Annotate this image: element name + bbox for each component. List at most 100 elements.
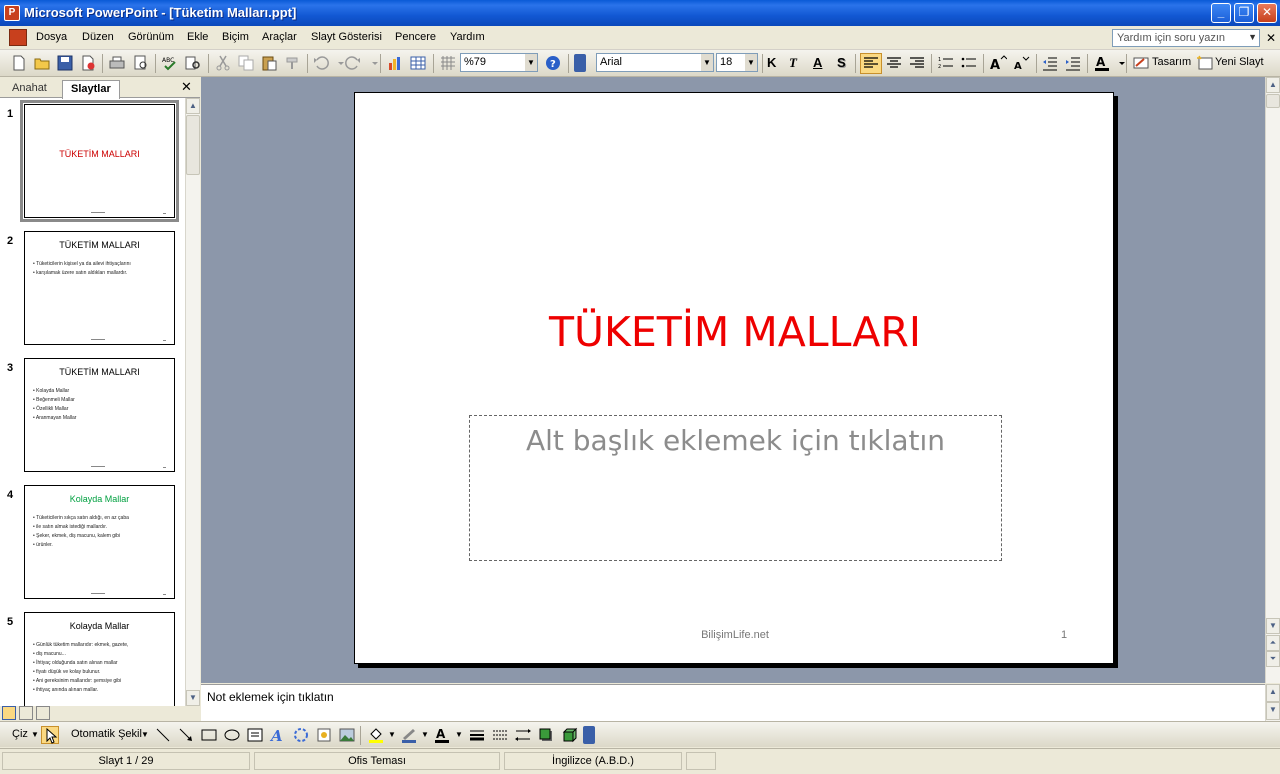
open-folder-icon[interactable] xyxy=(33,54,51,72)
new-slide-button[interactable]: Yeni Slayt xyxy=(1215,56,1264,68)
3d-style-icon[interactable] xyxy=(560,726,578,744)
chevron-down-icon[interactable]: ▼ xyxy=(421,730,429,739)
scroll-up-icon[interactable]: ▲ xyxy=(1266,77,1280,93)
design-icon[interactable] xyxy=(1132,54,1150,72)
draw-font-color-icon[interactable]: A xyxy=(433,726,451,744)
cut-icon[interactable] xyxy=(214,54,232,72)
show-grid-icon[interactable] xyxy=(439,54,457,72)
redo-dropdown-icon[interactable] xyxy=(366,54,378,72)
document-icon[interactable] xyxy=(9,29,27,46)
menu-ekle[interactable]: Ekle xyxy=(187,31,208,43)
spelling-icon[interactable]: ABC xyxy=(161,54,179,72)
insert-chart-icon[interactable] xyxy=(386,54,404,72)
menu-bicim[interactable]: Biçim xyxy=(222,31,249,43)
scroll-down-icon[interactable]: ▼ xyxy=(1266,702,1280,720)
fill-color-icon[interactable] xyxy=(367,726,385,744)
increase-indent-icon[interactable] xyxy=(1064,54,1082,72)
scroll-up-icon[interactable]: ▲ xyxy=(186,98,200,114)
italic-button[interactable]: T xyxy=(789,55,797,71)
slideshow-view-icon[interactable] xyxy=(36,706,50,720)
new-slide-icon[interactable] xyxy=(1196,54,1214,72)
menu-araclar[interactable]: Araçlar xyxy=(262,31,297,43)
copy-icon[interactable] xyxy=(237,54,255,72)
decrease-indent-icon[interactable] xyxy=(1041,54,1059,72)
arrow-icon[interactable] xyxy=(177,726,195,744)
chevron-down-icon[interactable]: ▼ xyxy=(745,54,757,71)
numbering-icon[interactable]: 12 xyxy=(937,54,955,72)
slide-thumbnail[interactable]: Kolayda Mallar Günlük tüketim mallarıdır:… xyxy=(24,612,175,706)
increase-font-size-icon[interactable]: A xyxy=(989,54,1007,72)
line-style-icon[interactable] xyxy=(468,726,486,744)
line-icon[interactable] xyxy=(154,726,172,744)
scroll-thumb[interactable] xyxy=(1266,94,1280,108)
align-center-icon[interactable] xyxy=(885,54,903,72)
oval-icon[interactable] xyxy=(223,726,241,744)
menu-slayt-gosterisi[interactable]: Slayt Gösterisi xyxy=(311,31,382,43)
maximize-button[interactable]: ❐ xyxy=(1234,3,1254,23)
powerpoint-app-icon[interactable]: P xyxy=(4,5,20,21)
undo-dropdown-icon[interactable] xyxy=(332,54,344,72)
chevron-down-icon[interactable]: ▼ xyxy=(701,54,713,71)
notes-pane[interactable]: Not eklemek için tıklatın xyxy=(201,684,1265,721)
decrease-font-size-icon[interactable]: A xyxy=(1012,54,1030,72)
document-close-button[interactable]: ✕ xyxy=(1266,31,1276,45)
subtitle-placeholder-box[interactable]: Alt başlık eklemek için tıklatın xyxy=(469,415,1002,561)
insert-table-icon[interactable] xyxy=(409,54,427,72)
text-box-icon[interactable] xyxy=(246,726,264,744)
chevron-down-icon[interactable]: ▼ xyxy=(455,730,463,739)
menu-dosya[interactable]: Dosya xyxy=(36,31,67,43)
tab-slides[interactable]: Slaytlar xyxy=(62,80,120,99)
autoshapes-button[interactable]: Otomatik Şekil xyxy=(71,728,142,740)
previous-slide-icon[interactable]: ⏶ xyxy=(1266,635,1280,651)
draw-menu-button[interactable]: Çiz xyxy=(12,728,28,740)
slide-thumbnail[interactable]: TÜKETİM MALLARI xyxy=(20,100,179,222)
close-button[interactable]: ✕ xyxy=(1257,3,1277,23)
slide-thumbnail[interactable]: TÜKETİM MALLARI Tüketicilerin kişisel ya … xyxy=(24,231,175,345)
save-icon[interactable] xyxy=(56,54,74,72)
zoom-select[interactable]: %79 ▼ xyxy=(460,53,538,72)
redo-icon[interactable] xyxy=(344,54,362,72)
normal-view-icon[interactable] xyxy=(2,706,16,720)
align-right-icon[interactable] xyxy=(908,54,926,72)
scroll-thumb[interactable] xyxy=(186,115,200,175)
wordart-icon[interactable]: A xyxy=(269,726,287,744)
print-icon[interactable] xyxy=(108,54,126,72)
diagram-icon[interactable] xyxy=(292,726,310,744)
new-document-icon[interactable] xyxy=(10,54,28,72)
font-color-icon[interactable]: A xyxy=(1093,54,1111,72)
pane-close-button[interactable]: ✕ xyxy=(181,79,192,95)
font-size-select[interactable]: 18 ▼ xyxy=(716,53,758,72)
bold-button[interactable]: K xyxy=(767,55,776,70)
design-button[interactable]: Tasarım xyxy=(1152,56,1191,68)
slide-thumbnail[interactable]: Kolayda Mallar Tüketicilerin sıkça satın … xyxy=(24,485,175,599)
clip-art-icon[interactable] xyxy=(315,726,333,744)
slide-title[interactable]: TÜKETİM MALLARI xyxy=(355,308,1115,356)
toolbar-options-icon[interactable] xyxy=(574,54,586,72)
thumbnails-scrollbar[interactable]: ▲ ▼ xyxy=(185,98,200,706)
tab-outline[interactable]: Anahat xyxy=(4,80,55,98)
scroll-up-icon[interactable]: ▲ xyxy=(1266,684,1280,702)
chevron-down-icon[interactable]: ▼ xyxy=(388,730,396,739)
chevron-down-icon[interactable]: ▼ xyxy=(525,54,537,71)
notes-scrollbar[interactable]: ▲ ▼ xyxy=(1265,684,1280,721)
menu-gorunum[interactable]: Görünüm xyxy=(128,31,174,43)
shadow-style-icon[interactable] xyxy=(537,726,555,744)
chevron-down-icon[interactable]: ▼ xyxy=(1248,32,1257,42)
current-slide[interactable]: TÜKETİM MALLARI Alt başlık eklemek için … xyxy=(354,92,1114,664)
line-color-icon[interactable] xyxy=(400,726,418,744)
dash-style-icon[interactable] xyxy=(491,726,509,744)
toolbar-options-icon[interactable] xyxy=(583,726,595,744)
rectangle-icon[interactable] xyxy=(200,726,218,744)
help-search-input[interactable]: Yardım için soru yazın ▼ xyxy=(1112,29,1260,47)
menu-duzen[interactable]: Düzen xyxy=(82,31,114,43)
permission-icon[interactable] xyxy=(79,54,97,72)
slide-scrollbar[interactable]: ▲ ▼ ⏶ ⏷ xyxy=(1265,77,1280,683)
font-color-dropdown-icon[interactable] xyxy=(1113,54,1125,72)
paste-icon[interactable] xyxy=(260,54,278,72)
menu-yardim[interactable]: Yardım xyxy=(450,31,485,43)
scroll-down-icon[interactable]: ▼ xyxy=(1266,618,1280,634)
picture-icon[interactable] xyxy=(338,726,356,744)
undo-icon[interactable] xyxy=(312,54,330,72)
print-preview-icon[interactable] xyxy=(132,54,150,72)
bullets-icon[interactable] xyxy=(960,54,978,72)
